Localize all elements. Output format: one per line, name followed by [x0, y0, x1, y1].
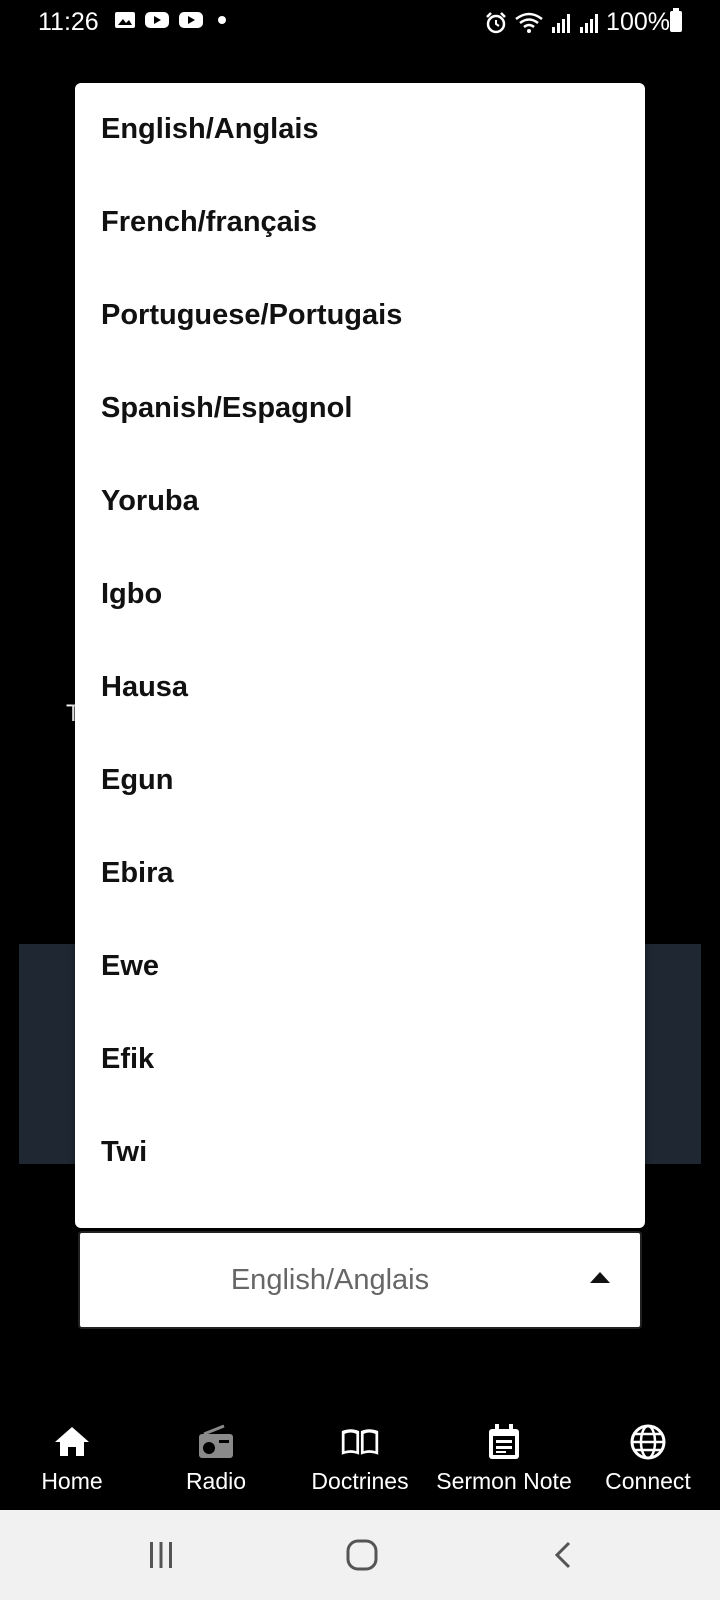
language-select-value: English/Anglais — [230, 1263, 430, 1296]
wifi-icon — [515, 12, 543, 33]
language-option-efik[interactable]: Efik — [75, 1013, 645, 1106]
language-option-hausa[interactable]: Hausa — [75, 641, 645, 734]
nav-label-doctrines: Doctrines — [311, 1468, 409, 1494]
youtube-icon — [179, 12, 203, 28]
language-option-ebira[interactable]: Ebira — [75, 827, 645, 920]
status-time: 11:26 — [38, 8, 99, 36]
language-option-egun[interactable]: Egun — [75, 734, 645, 827]
battery-percent: 100% — [606, 8, 670, 36]
radio-icon — [196, 1422, 236, 1462]
signal-icon — [580, 13, 599, 33]
nav-item-doctrines[interactable]: Doctrines — [288, 1410, 432, 1510]
language-option-portuguese[interactable]: Portuguese/Portugais — [75, 269, 645, 362]
youtube-icon — [145, 12, 169, 28]
bottom-navigation: Home Radio Doctrines Sermon Note Connect — [0, 1410, 720, 1510]
calendar-note-icon — [484, 1422, 524, 1462]
caret-up-icon — [590, 1272, 610, 1283]
signal-icon — [552, 13, 571, 33]
system-navigation-bar — [0, 1510, 720, 1600]
nav-item-home[interactable]: Home — [0, 1410, 144, 1510]
back-icon[interactable] — [539, 1530, 589, 1580]
nav-item-radio[interactable]: Radio — [144, 1410, 288, 1510]
language-option-french[interactable]: French/français — [75, 176, 645, 269]
language-option-yoruba[interactable]: Yoruba — [75, 455, 645, 548]
language-option-twi[interactable]: Twi — [75, 1106, 645, 1199]
nav-label-connect: Connect — [605, 1468, 691, 1494]
language-option-ewe[interactable]: Ewe — [75, 920, 645, 1013]
globe-icon — [628, 1422, 668, 1462]
language-option-spanish[interactable]: Spanish/Espagnol — [75, 362, 645, 455]
language-option-english[interactable]: English/Anglais — [75, 83, 645, 176]
dot-icon — [218, 16, 226, 24]
nav-item-sermon-note[interactable]: Sermon Note — [432, 1410, 576, 1510]
status-bar: 11:26 100% — [0, 0, 720, 44]
gallery-icon — [115, 12, 135, 28]
nav-label-home: Home — [41, 1468, 103, 1494]
nav-item-connect[interactable]: Connect — [576, 1410, 720, 1510]
language-dropdown-menu: English/Anglais French/français Portugue… — [75, 83, 645, 1228]
alarm-icon — [486, 11, 506, 33]
home-circle-icon[interactable] — [337, 1530, 387, 1580]
language-select[interactable]: English/Anglais — [78, 1231, 642, 1329]
battery-icon — [670, 8, 682, 32]
recents-icon[interactable] — [136, 1530, 186, 1580]
home-icon — [52, 1422, 92, 1462]
nav-label-radio: Radio — [185, 1468, 247, 1494]
status-system-icons: 100% — [484, 8, 670, 37]
status-notification-icons — [114, 10, 232, 30]
language-option-igbo[interactable]: Igbo — [75, 548, 645, 641]
book-icon — [340, 1422, 380, 1462]
nav-label-sermon-note: Sermon Note — [436, 1468, 572, 1494]
